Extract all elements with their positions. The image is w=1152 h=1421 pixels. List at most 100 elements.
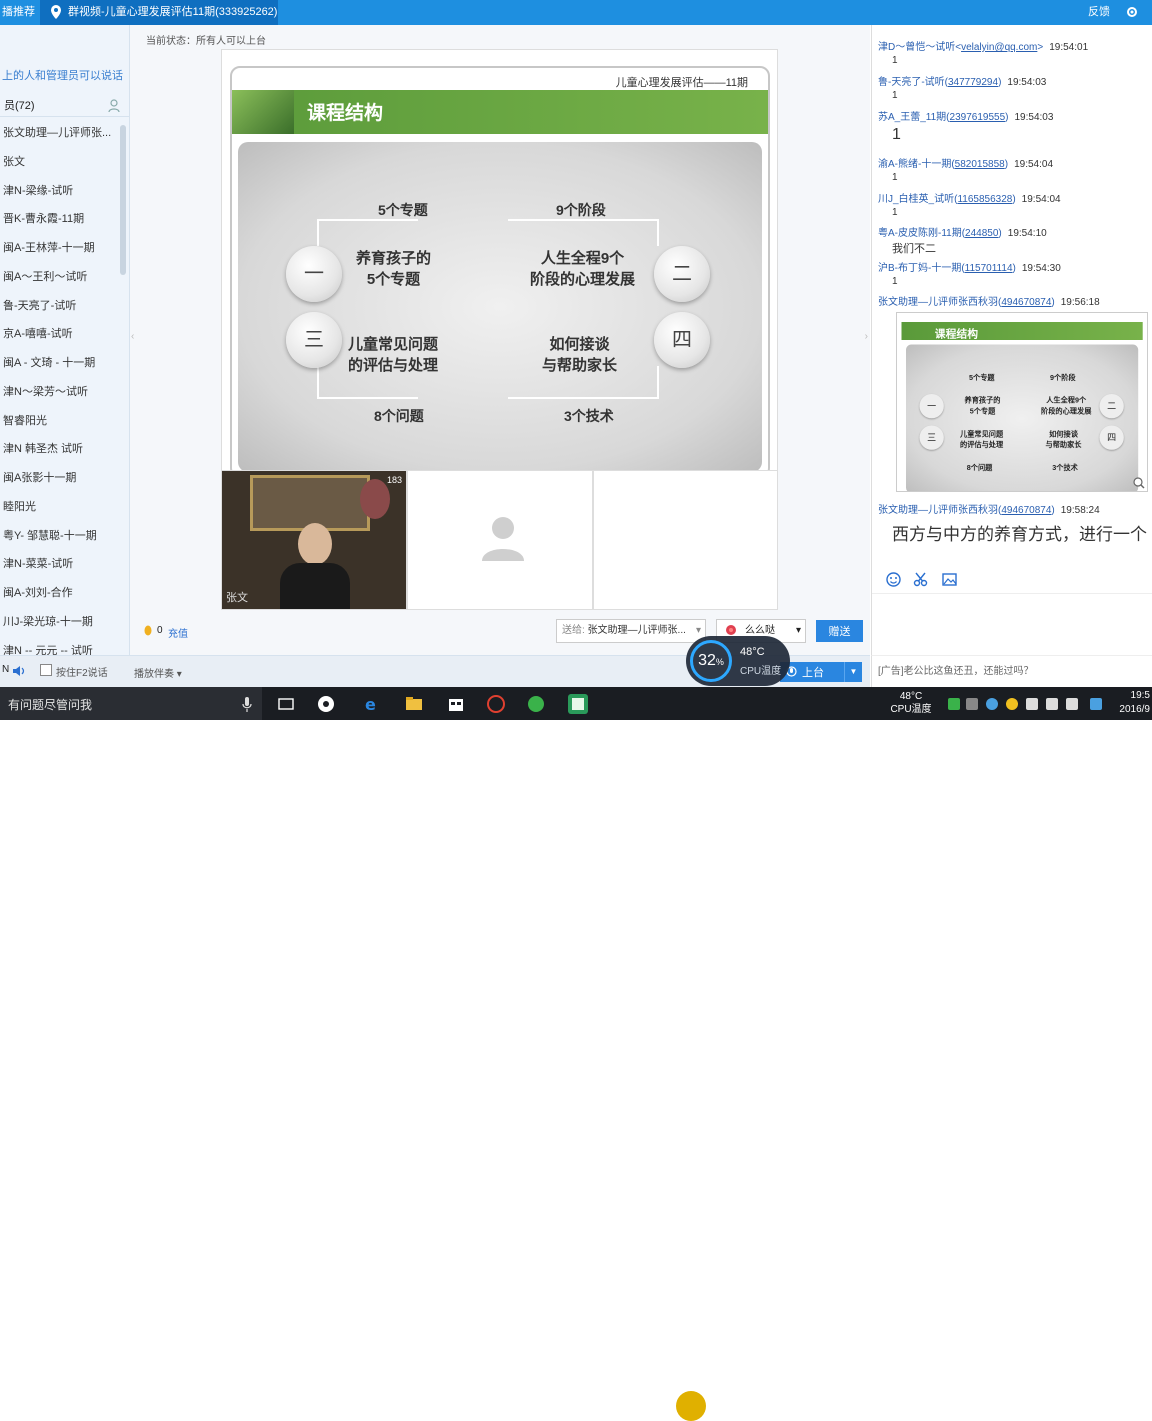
store-icon[interactable] bbox=[446, 694, 466, 714]
edge-browser-icon[interactable]: e bbox=[362, 694, 382, 714]
chat-message-text: 1 bbox=[892, 126, 901, 143]
push-to-talk-toggle[interactable]: 按住F2说话 bbox=[40, 664, 108, 679]
list-item[interactable]: 京A-嘻嘻-试听 bbox=[0, 320, 120, 349]
chat-qq-link[interactable]: 347779294 bbox=[948, 77, 998, 88]
chevron-down-icon[interactable]: ▼ bbox=[844, 662, 862, 682]
parent-consultation-label: 如何接谈 与帮助家长 bbox=[542, 336, 618, 374]
microphone-icon[interactable] bbox=[242, 696, 252, 712]
volume-icon[interactable] bbox=[1046, 698, 1058, 710]
list-item[interactable]: 津N 韩圣杰 试听 bbox=[0, 435, 120, 464]
chat-nickname[interactable]: 沪B-布丁妈-十一期( bbox=[878, 263, 965, 274]
video-tile-speaker[interactable]: 183 张文 bbox=[221, 470, 407, 610]
action-center-icon[interactable] bbox=[1090, 698, 1102, 710]
taskbar-clock[interactable]: 19:5 2016/9 bbox=[1119, 689, 1150, 717]
list-item[interactable]: 睦阳光 bbox=[0, 493, 120, 522]
tab-recommend[interactable]: 播推荐 bbox=[0, 0, 40, 25]
member-list-scrollbar[interactable] bbox=[120, 125, 126, 275]
settings-icon[interactable] bbox=[1126, 6, 1138, 18]
list-item[interactable]: 津N～梁芳～试听 bbox=[0, 378, 120, 407]
chat-qq-link[interactable]: 244850 bbox=[965, 228, 998, 239]
speaker-icon[interactable] bbox=[12, 665, 26, 677]
list-item[interactable]: 闽A～王利～试听 bbox=[0, 263, 120, 292]
chat-nickname[interactable]: 川J_白桂英_试听( bbox=[878, 194, 957, 205]
collapse-right-arrow-icon[interactable]: › bbox=[865, 331, 868, 342]
chat-nickname[interactable]: 鲁-天亮了-试听( bbox=[878, 77, 948, 88]
battery-icon[interactable] bbox=[948, 698, 960, 710]
feedback-link[interactable]: 反馈 bbox=[1088, 0, 1110, 25]
cpu-usage-value: 32 bbox=[698, 652, 716, 669]
chat-ad-banner[interactable]: [广告]老公比这鱼还丑，还能过吗？ bbox=[871, 655, 1152, 687]
task-view-icon[interactable] bbox=[276, 694, 296, 714]
list-item[interactable]: 张文助理—儿评师张... bbox=[0, 119, 120, 148]
common-problems-label: 儿童常见问题 的评估与处理 bbox=[348, 336, 439, 374]
chat-nickname[interactable]: 粤A-皮皮陈刚-11期( bbox=[878, 228, 965, 239]
chat-nickname[interactable]: 津D～曾恺～试听< bbox=[878, 42, 961, 53]
svg-text:e: e bbox=[365, 695, 376, 714]
list-item[interactable]: 闽A张影十一期 bbox=[0, 464, 120, 493]
chat-nickname-suffix: ) bbox=[1012, 263, 1016, 274]
tab-group-video[interactable]: 群视频-儿童心理发展评估11期(333925262) bbox=[40, 0, 278, 25]
send-gift-button[interactable]: 赠送 bbox=[816, 620, 863, 642]
scissors-icon[interactable] bbox=[913, 572, 928, 587]
app-circle-icon[interactable] bbox=[486, 694, 506, 714]
chat-nickname[interactable]: 张文助理—儿评师张西秋羽( bbox=[878, 297, 1001, 308]
list-item[interactable]: 闽A-王林萍-十一期 bbox=[0, 234, 120, 263]
network-icon[interactable] bbox=[1026, 698, 1038, 710]
chat-message-text: 1 bbox=[892, 172, 898, 183]
chat-qq-link[interactable]: 2397619555 bbox=[950, 112, 1006, 123]
cpu-monitor-overlay[interactable]: 32% 48°C CPU温度 bbox=[686, 636, 790, 686]
chat-nickname[interactable]: 渝A-熊绪-十一期( bbox=[878, 159, 955, 170]
user-icon[interactable] bbox=[986, 698, 998, 710]
video-tile-empty[interactable] bbox=[407, 470, 593, 610]
input-method-icon[interactable] bbox=[1066, 698, 1078, 710]
list-item[interactable]: 张文 bbox=[0, 148, 120, 177]
list-item[interactable]: 闽A - 文琦 - 十一期 bbox=[0, 349, 120, 378]
zoom-in-icon[interactable] bbox=[1133, 477, 1145, 489]
chat-message-text: 1 bbox=[892, 55, 898, 66]
recharge-link[interactable]: 充值 bbox=[168, 625, 188, 640]
list-item[interactable]: 津N-梁缘-试听 bbox=[0, 177, 120, 206]
green-app-icon[interactable] bbox=[526, 694, 546, 714]
emoji-icon[interactable] bbox=[886, 572, 901, 587]
taskbar-cpu-temp-value: 48°C bbox=[899, 691, 923, 702]
chevron-down-icon: ▾ bbox=[176, 669, 182, 680]
speak-permission-notice: 上的人和管理员可以说话 bbox=[2, 70, 123, 82]
person-icon[interactable] bbox=[108, 99, 120, 112]
qq-group-video-icon[interactable] bbox=[568, 694, 588, 714]
chat-qq-link[interactable]: 494670874 bbox=[1001, 297, 1051, 308]
slide-banner: 课程结构 bbox=[232, 90, 768, 134]
list-item[interactable]: 闽A-刘刘-合作 bbox=[0, 579, 120, 608]
chat-qq-link[interactable]: 582015858 bbox=[955, 159, 1005, 170]
push-to-talk-checkbox[interactable] bbox=[40, 664, 52, 676]
collapse-left-arrow-icon[interactable]: ‹ bbox=[131, 331, 134, 342]
chat-message-text: 西方与中方的养育方式，进行一个 bbox=[892, 525, 1147, 544]
chat-message-header: 张文助理—儿评师张西秋羽(494670874) 19:58:24 bbox=[878, 501, 1152, 516]
list-item[interactable]: 智睿阳光 bbox=[0, 407, 120, 436]
chat-image-slide-thumbnail[interactable]: 课程结构 5个专题 9个阶段 养育孩子的 5个专题 人生全程9个 阶段的心理发展… bbox=[896, 312, 1148, 492]
send-to-select[interactable]: 送给: 张文助理—儿评师张... ▾ bbox=[556, 619, 706, 643]
chat-nickname[interactable]: 苏A_王蕾_11期( bbox=[878, 112, 950, 123]
chat-qq-link[interactable]: 115701114 bbox=[965, 263, 1013, 274]
go-onstage-button[interactable]: 上台 ▼ bbox=[780, 662, 862, 682]
tray-app-icon[interactable] bbox=[966, 698, 978, 710]
chat-input[interactable] bbox=[872, 593, 1152, 653]
play-accompaniment-menu[interactable]: 播放伴奏 ▾ bbox=[134, 665, 182, 680]
list-item[interactable]: 鲁-天亮了-试听 bbox=[0, 292, 120, 321]
list-item[interactable]: 粤Y- 邹慧聪-十一期 bbox=[0, 522, 120, 551]
chat-qq-link[interactable]: 494670874 bbox=[1001, 505, 1051, 516]
slide-title: 课程结构 bbox=[307, 103, 384, 124]
thumbnail-stages: 9个阶段 bbox=[1050, 374, 1076, 382]
file-explorer-icon[interactable] bbox=[404, 694, 424, 714]
security-icon[interactable] bbox=[1006, 698, 1018, 710]
cortana-search-box[interactable]: 有问题尽管问我 bbox=[0, 687, 262, 720]
member-count-label: 员(72) bbox=[4, 100, 35, 112]
chat-nickname[interactable]: 张文助理—儿评师张西秋羽( bbox=[878, 505, 1001, 516]
video-tile-empty-2[interactable] bbox=[593, 470, 778, 610]
fan-app-icon[interactable] bbox=[316, 694, 336, 714]
list-item[interactable]: 晋K-曹永霞-11期 bbox=[0, 205, 120, 234]
list-item[interactable]: 川J-梁光琼-十一期 bbox=[0, 608, 120, 637]
chat-qq-link[interactable]: 1165856328 bbox=[957, 194, 1012, 205]
chat-qq-link[interactable]: velalyin@qq.com bbox=[961, 42, 1037, 53]
image-icon[interactable] bbox=[942, 572, 957, 587]
list-item[interactable]: 津N-菜菜-试听 bbox=[0, 550, 120, 579]
